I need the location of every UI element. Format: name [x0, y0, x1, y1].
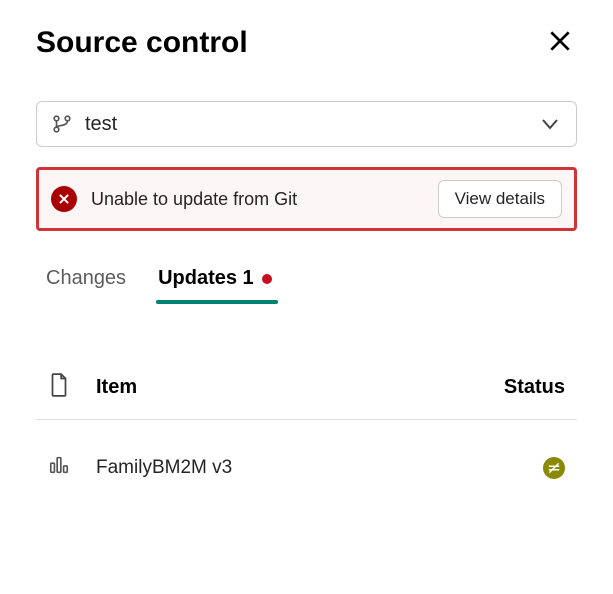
row-type-icon-cell [48, 454, 96, 481]
error-icon [51, 186, 77, 212]
header-status: Status [485, 376, 565, 399]
header-icon-cell [48, 372, 96, 403]
panel-header: Source control [36, 24, 577, 61]
table-row[interactable]: FamilyBM2M v3 [36, 420, 577, 497]
close-icon [547, 28, 573, 57]
update-indicator-dot [262, 274, 272, 284]
header-item: Item [96, 376, 485, 399]
branch-selector[interactable]: test [36, 101, 577, 147]
error-message: Unable to update from Git [91, 189, 438, 210]
panel-title: Source control [36, 26, 248, 60]
error-banner: Unable to update from Git View details [36, 167, 577, 231]
status-conflict-icon [543, 457, 565, 479]
source-control-panel: Source control test [0, 0, 613, 521]
tab-list: Changes Updates 1 [36, 259, 577, 302]
bar-chart-icon [48, 454, 70, 481]
table-header-row: Item Status [36, 362, 577, 420]
row-item-name: FamilyBM2M v3 [96, 457, 485, 479]
document-icon [48, 372, 70, 403]
tab-updates-label: Updates 1 [158, 267, 254, 290]
tab-changes[interactable]: Changes [44, 259, 128, 302]
tab-updates[interactable]: Updates 1 [156, 259, 274, 302]
branch-icon [51, 113, 73, 135]
row-status-cell [485, 457, 565, 479]
view-details-button[interactable]: View details [438, 180, 562, 218]
branch-name: test [85, 113, 538, 136]
chevron-down-icon [538, 112, 562, 136]
close-button[interactable] [543, 24, 577, 61]
tab-changes-label: Changes [46, 267, 126, 290]
